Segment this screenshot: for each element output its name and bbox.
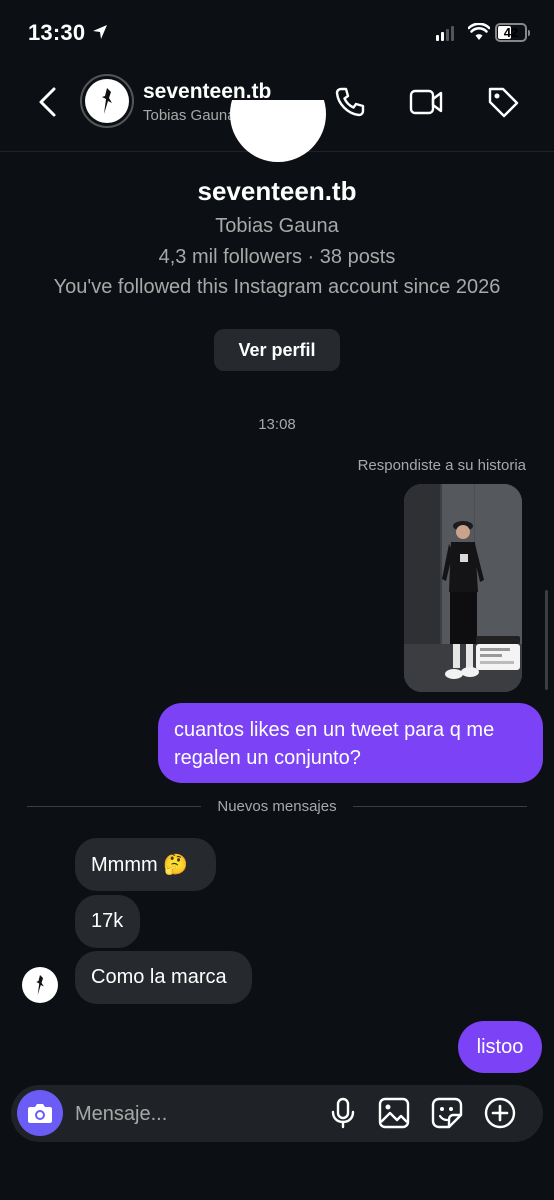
battery-icon: 42 <box>495 23 530 42</box>
outgoing-message[interactable]: listoo <box>458 1021 542 1073</box>
profile-follow-since: You've followed this Instagram account s… <box>53 276 501 298</box>
brand-logo-icon <box>36 975 44 995</box>
incoming-message[interactable]: Como la marca <box>75 951 252 1004</box>
signal-icon <box>436 26 454 41</box>
profile-avatar[interactable] <box>230 100 326 162</box>
profile-stats: 4,3 mil followers · 38 posts <box>158 246 396 268</box>
outgoing-message[interactable]: cuantos likes en un tweet para q me rega… <box>158 703 543 783</box>
view-profile-button[interactable]: Ver perfil <box>214 329 340 371</box>
story-reply-label: Respondiste a su historia <box>357 457 526 474</box>
header-fullname: Tobias Gauna <box>143 107 236 124</box>
camera-button[interactable] <box>17 1090 63 1136</box>
message-input[interactable] <box>75 1100 315 1128</box>
brand-logo-icon <box>102 88 112 114</box>
video-camera-icon[interactable] <box>408 86 444 118</box>
back-chevron-icon[interactable] <box>34 86 62 118</box>
sender-avatar[interactable] <box>22 967 58 1003</box>
profile-username: seventeen.tb <box>197 176 357 206</box>
story-thumbnail[interactable] <box>404 484 522 692</box>
header-avatar[interactable] <box>80 74 134 128</box>
battery-level: 42 <box>503 25 519 40</box>
location-arrow-icon <box>93 25 107 39</box>
incoming-message[interactable]: 17k <box>75 895 140 948</box>
status-time: 13:30 <box>28 20 86 45</box>
incoming-message[interactable]: Mmmm 🤔 <box>75 838 216 891</box>
story-photo <box>404 484 522 692</box>
new-messages-divider-right <box>353 806 527 807</box>
profile-fullname: Tobias Gauna <box>215 215 339 237</box>
phone-icon[interactable] <box>333 85 367 119</box>
sticker-icon[interactable] <box>430 1096 464 1130</box>
wifi-icon <box>468 23 490 40</box>
microphone-icon[interactable] <box>326 1096 360 1130</box>
image-icon[interactable] <box>377 1096 411 1130</box>
tag-icon[interactable] <box>486 85 520 119</box>
scrollbar[interactable] <box>545 590 548 690</box>
plus-circle-icon[interactable] <box>483 1096 517 1130</box>
camera-icon <box>28 1104 52 1123</box>
message-timestamp: 13:08 <box>258 416 296 433</box>
